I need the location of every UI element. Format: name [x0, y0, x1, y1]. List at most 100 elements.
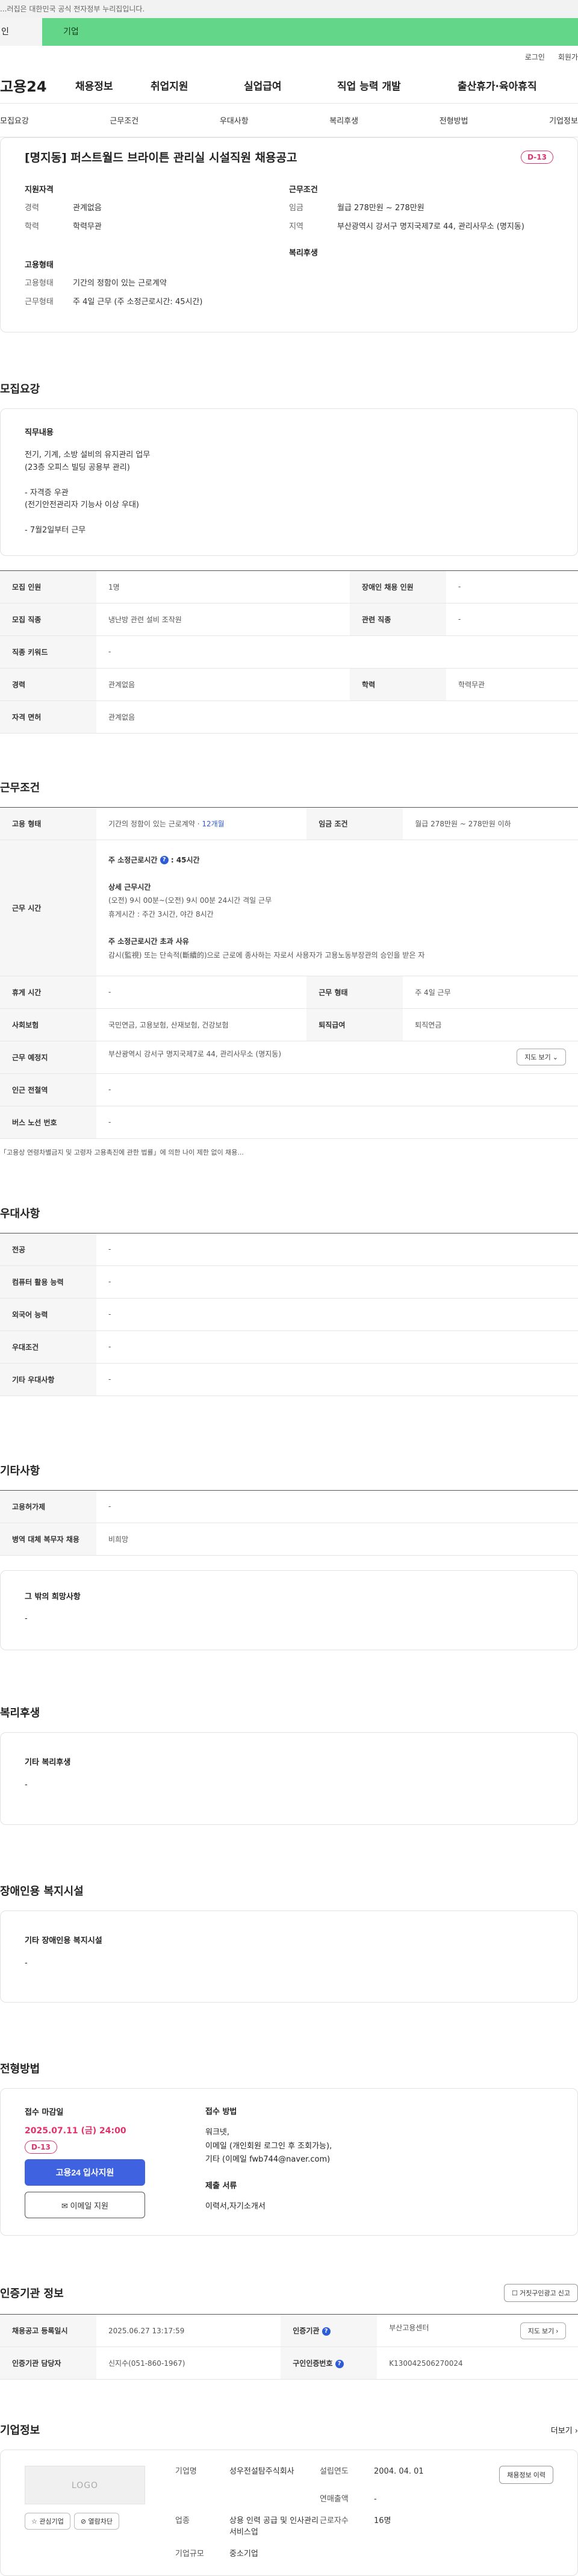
company-title: 기업정보	[0, 2424, 40, 2437]
company-logo-placeholder: LOGO	[25, 2466, 145, 2505]
anchor-pref[interactable]: 우대사항	[220, 114, 249, 126]
cell-header: 채용공고 등록일시	[0, 2314, 96, 2348]
recruit-table: 모집 인원 1명 장애인 채용 인원 - 모집 직종 냉난방 관련 설비 조작원…	[0, 570, 578, 734]
tab-company[interactable]: 기업	[42, 18, 578, 46]
pref-title: 우대사항	[0, 1207, 40, 1220]
size-label: 기업규모	[175, 2549, 204, 2559]
anchor-welfare[interactable]: 복리후생	[329, 114, 358, 126]
report-button[interactable]: ☐ 거짓구인광고 신고	[504, 2284, 578, 2303]
cell-value: 학력무관	[446, 668, 578, 701]
age-footnote: 「고용상 연령차별금지 및 고령자 고용촉진에 관한 법률」에 의한 나이 제한…	[0, 1148, 244, 1156]
method-value: 워크넷, 이메일 (개인회원 로그인 후 조회가능), 기타 (이메일 fwb7…	[205, 2128, 332, 2164]
anchor-apply[interactable]: 전형방법	[440, 114, 468, 126]
duty-heading: 직무내용	[25, 428, 54, 438]
section-anchor-nav: 모집요강 근무조건 우대사항 복리후생 전형방법 기업정보	[0, 104, 578, 137]
org-value: 부산고용센터	[389, 2323, 429, 2332]
wage-value: 월급 278만원 ~ 278만원	[337, 204, 424, 213]
cell-value: 국민연금, 고용보험, 산재보험, 건강보험	[96, 1008, 307, 1041]
docs-value: 이력서,자기소개서	[205, 2201, 266, 2211]
cert-table: 채용공고 등록일시 2025.06.27 13:17:59 인증기관 ? 부산고…	[0, 2314, 578, 2380]
detail-line-2: 휴게시간 : 주간 3시간, 야간 8시간	[108, 910, 214, 919]
place-label: 지역	[289, 222, 303, 231]
table-row: 컴퓨터 활용 능력 -	[0, 1265, 578, 1299]
disabled-box-heading: 기타 장애인용 복지시설	[25, 1936, 102, 1945]
table-row: 직종 키워드 -	[0, 635, 578, 669]
deadline-heading: 접수 마감일	[25, 2108, 64, 2118]
disabled-box: 기타 장애인용 복지시설 -	[0, 1910, 578, 2003]
cell-value: -	[96, 1265, 578, 1299]
gnb-item-benefit[interactable]: 실업급여	[244, 78, 337, 93]
over-value: 감시(監視) 또는 단속적(斷續的)으로 근로에 종사하는 자로서 사용자가 고…	[108, 950, 425, 959]
table-row: 인증기관 담당자 신지수(051-860-1967) 구인인증번호 ? K130…	[0, 2347, 578, 2380]
tab-person[interactable]: 인	[0, 18, 42, 46]
cell-header: 휴게 시간	[0, 976, 96, 1009]
login-link[interactable]: 로그인	[525, 52, 545, 62]
type-heading: 고용형태	[25, 260, 54, 270]
work-table: 고용 형태 기간의 정함이 있는 근로계약 · 12개월 임금 조건 월급 27…	[0, 806, 578, 1139]
deadline-value: 2025.07.11 (금) 24:00	[25, 2126, 126, 2136]
cell-value: 주 소정근로시간 ? : 45시간 상세 근무시간 (오전) 9시 00분~(오…	[96, 840, 578, 976]
org-map-button[interactable]: 지도 보기 ›	[520, 2322, 566, 2339]
user-type-tabs: 인 기업	[0, 18, 578, 46]
other-value: -	[25, 1614, 28, 1624]
apply-button[interactable]: 고용24 입사지원	[25, 2159, 145, 2186]
history-button[interactable]: 채용정보 이력	[499, 2466, 553, 2484]
cell-header: 인증기관 담당자	[0, 2347, 96, 2380]
anchor-work[interactable]: 근무조건	[110, 114, 138, 126]
table-row: 고용허가제 -	[0, 1490, 578, 1523]
other-heading: 그 밖의 희망사항	[25, 1592, 81, 1601]
disabled-box-value: -	[25, 1958, 28, 1968]
gnb-item-training[interactable]: 직업 능력 개발	[337, 78, 458, 93]
cell-value: -	[96, 1073, 578, 1106]
cell-header: 자격 면허	[0, 700, 96, 734]
job-title: [명지동] 퍼스트월드 브라이튼 관리실 시설직원 채용공고	[25, 151, 297, 164]
cell-header: 모집 직종	[0, 603, 96, 636]
site-logo[interactable]: 고용24	[0, 75, 75, 96]
table-row: 모집 직종 냉난방 관련 설비 조작원 관련 직종 -	[0, 603, 578, 636]
cell-value: 부산고용센터 지도 보기 ›	[377, 2314, 578, 2348]
email-apply-button[interactable]: ✉ 이메일 지원	[25, 2192, 145, 2219]
cell-value: 비희망	[96, 1523, 578, 1556]
anchor-recruit[interactable]: 모집요강	[0, 114, 29, 126]
cell-value: -	[96, 1363, 578, 1396]
blank	[175, 2493, 229, 2506]
type-label: 고용형태	[25, 278, 54, 288]
company-box: LOGO ☆ 관심기업 ⊘ 열람차단 기업명 성우전설탐주식회사 설립연도 200…	[0, 2450, 578, 2576]
welfare-box-value: -	[25, 1780, 28, 1789]
cell-value: -	[96, 1106, 578, 1139]
apply-title: 전형방법	[0, 2063, 40, 2076]
method-heading: 접수 방법	[205, 2107, 237, 2117]
cell-header: 외국어 능력	[0, 1298, 96, 1331]
detail-title: 상세 근무시간	[108, 882, 151, 891]
table-row: 인근 전철역 -	[0, 1073, 578, 1106]
favorite-button[interactable]: ☆ 관심기업	[25, 2513, 70, 2530]
cell-value: -	[96, 635, 578, 669]
cell-value: 2025.06.27 13:17:59	[96, 2314, 281, 2348]
gnb-item-support[interactable]: 취업지원	[151, 78, 244, 93]
cell-header: 근무 형태	[306, 976, 403, 1009]
gnb-item-jobs[interactable]: 채용정보	[75, 78, 151, 93]
help-icon[interactable]: ?	[335, 2359, 344, 2368]
map-button[interactable]: 지도 보기 ⌄	[517, 1049, 566, 1066]
help-icon[interactable]: ?	[322, 2327, 331, 2336]
recruit-title: 모집요강	[0, 383, 40, 396]
more-link[interactable]: 더보기 ›	[551, 2424, 578, 2436]
cell-value: -	[446, 570, 578, 603]
duty-text: 전기, 기계, 소방 설비의 유지관리 업무 (23층 오피스 빌딩 공용부 관…	[25, 451, 151, 535]
cell-header: 병역 대체 복무자 채용	[0, 1523, 96, 1556]
cell-value: 기간의 정함이 있는 근로계약 · 12개월	[96, 807, 307, 840]
cell-value: 월급 278만원 ~ 278만원 이하	[403, 807, 578, 840]
anchor-company[interactable]: 기업정보	[549, 114, 578, 126]
help-icon[interactable]: ?	[160, 856, 169, 865]
cell-header: 우대조건	[0, 1330, 96, 1364]
other-box: 그 밖의 희망사항 -	[0, 1570, 578, 1651]
table-row: 외국어 능력 -	[0, 1298, 578, 1331]
gnb-item-leave[interactable]: 출산휴가·육아휴직	[458, 78, 537, 93]
career-label: 경력	[25, 204, 39, 213]
cell-header: 모집 인원	[0, 570, 96, 603]
block-button[interactable]: ⊘ 열람차단	[73, 2513, 120, 2530]
cond-heading: 근무조건	[289, 186, 318, 195]
join-link[interactable]: 회원가	[558, 52, 578, 62]
dday-badge: D-13	[521, 150, 553, 164]
gnb-menu: 채용정보 취업지원 실업급여 직업 능력 개발 출산휴가·육아휴직	[75, 78, 537, 93]
